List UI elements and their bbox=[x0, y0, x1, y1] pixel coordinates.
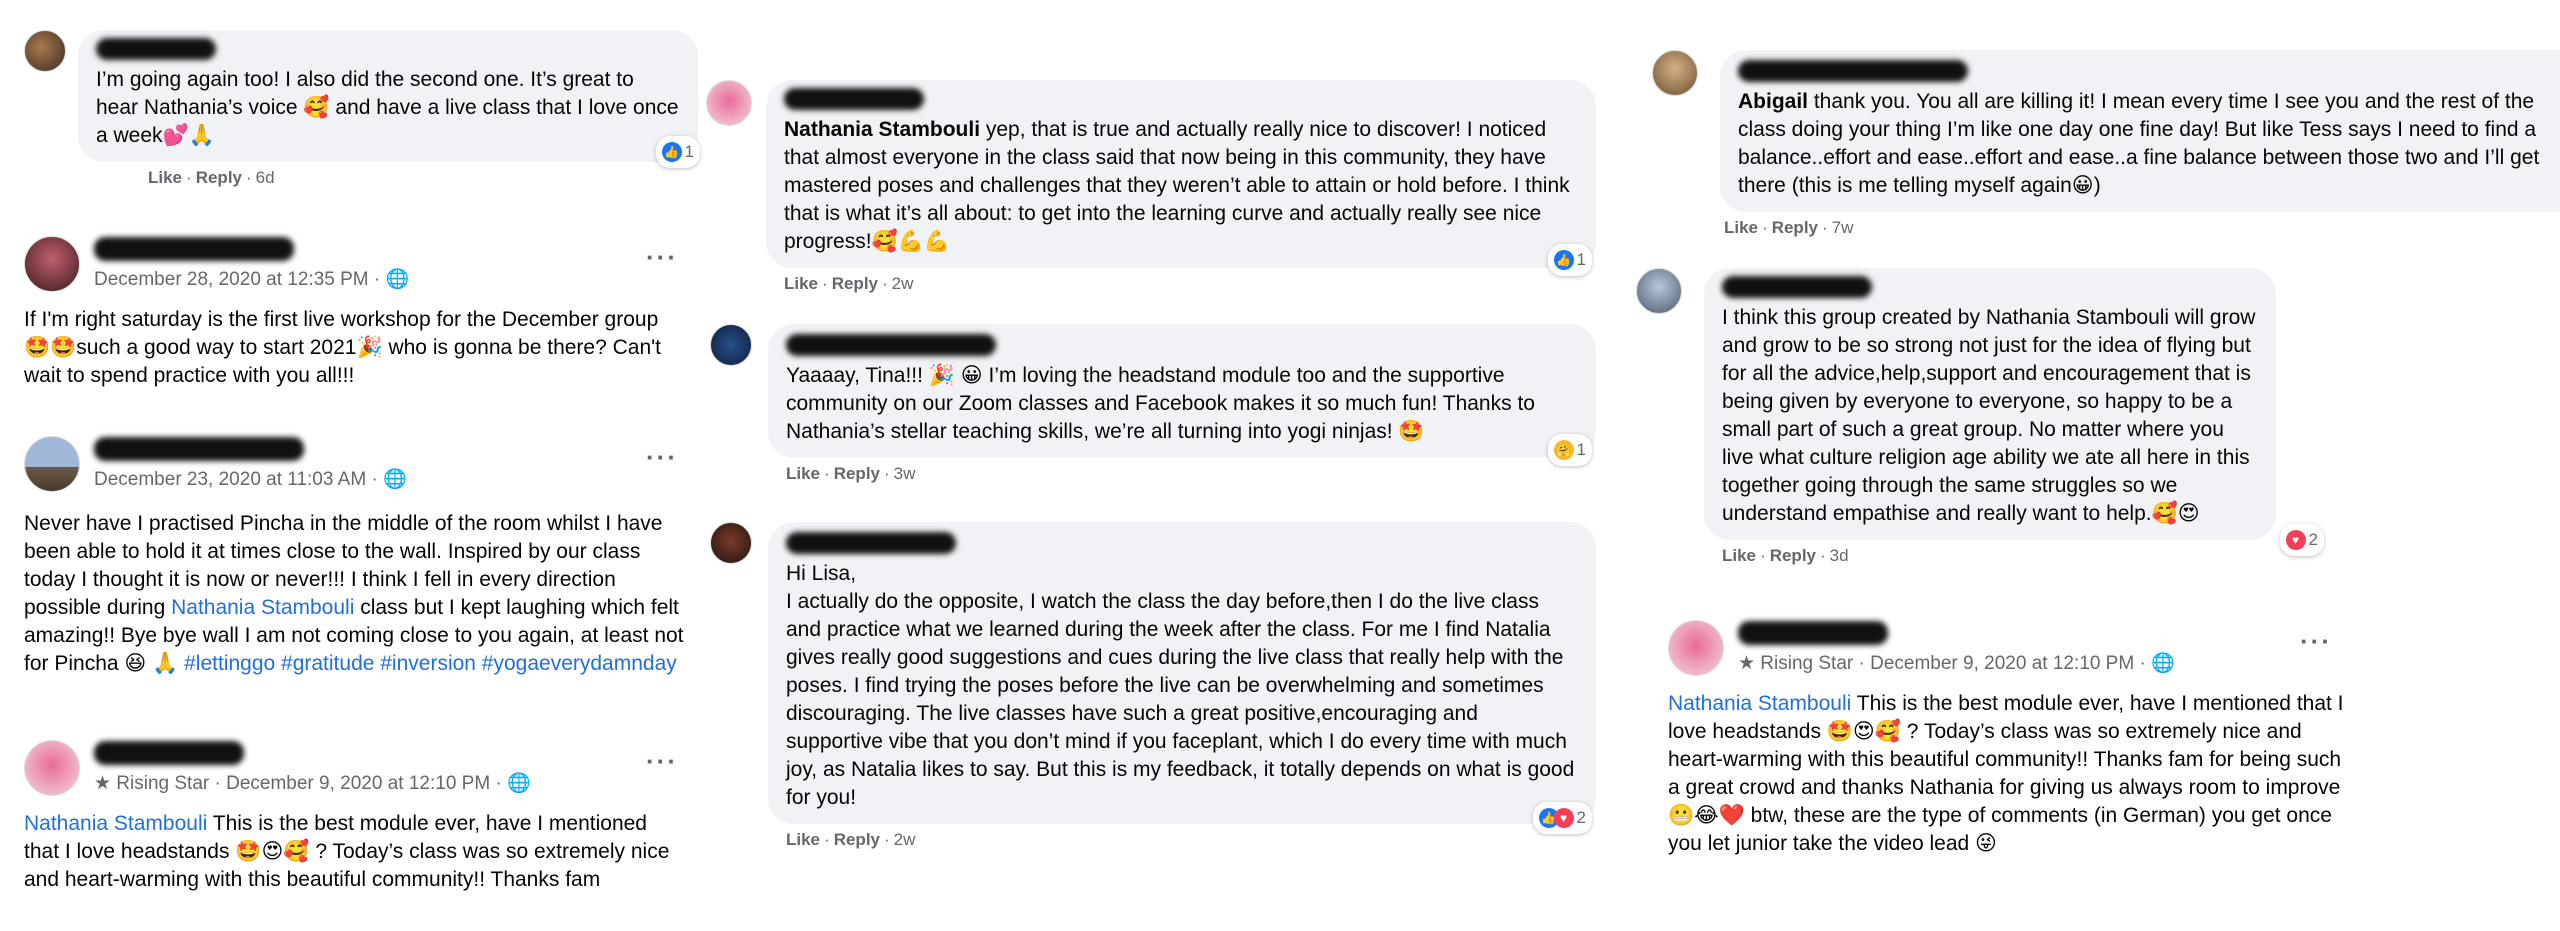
post: ★ Rising Star · December 9, 2020 at 12:1… bbox=[1668, 620, 2348, 858]
comment-text: I actually do the opposite, I watch the … bbox=[786, 590, 1575, 809]
more-options-icon[interactable]: ··· bbox=[646, 746, 678, 777]
reaction-count[interactable]: 👍 ♥ 2 bbox=[1532, 802, 1592, 834]
mention-link[interactable]: Abigail bbox=[1738, 90, 1808, 113]
comment: Abigail thank you. You all are killing i… bbox=[1652, 50, 2560, 238]
post-timestamp[interactable]: December 28, 2020 at 12:35 PM · 🌐 bbox=[94, 267, 409, 291]
mention-link[interactable]: Nathania Stambouli bbox=[24, 812, 207, 835]
reply-link[interactable]: Reply bbox=[834, 830, 880, 850]
author-name-redacted bbox=[1738, 621, 1888, 645]
avatar[interactable] bbox=[1668, 620, 1724, 676]
comment-actions: Like · Reply · 3w bbox=[786, 464, 916, 484]
avatar[interactable] bbox=[1636, 268, 1682, 314]
mention-link[interactable]: Nathania Stambouli bbox=[1668, 692, 1851, 715]
author-name-redacted bbox=[1722, 276, 1872, 298]
avatar[interactable] bbox=[24, 740, 80, 796]
post-body: Nathania Stambouli This is the best modu… bbox=[1668, 692, 2344, 855]
comment: Yaaaay, Tina!!! 🎉 😀 I’m loving the heads… bbox=[710, 324, 1596, 484]
author-name-redacted bbox=[94, 437, 304, 461]
comment: Nathania Stambouli yep, that is true and… bbox=[706, 80, 1596, 294]
avatar[interactable] bbox=[706, 80, 752, 126]
avatar[interactable] bbox=[24, 30, 66, 72]
comment-actions: Like · Reply · 7w bbox=[1724, 218, 1854, 238]
author-name-redacted bbox=[1738, 60, 1968, 82]
comment-time[interactable]: 6d bbox=[256, 168, 275, 188]
reaction-count[interactable]: 👍 1 bbox=[655, 136, 700, 168]
author-name-redacted bbox=[784, 88, 924, 110]
comment-bubble: Hi Lisa, I actually do the opposite, I w… bbox=[768, 522, 1596, 834]
post-timestamp[interactable]: · December 9, 2020 at 12:10 PM · 🌐 bbox=[1853, 653, 2175, 674]
author-name-redacted bbox=[786, 532, 956, 554]
like-icon: 👍 bbox=[661, 142, 682, 162]
reply-link[interactable]: Reply bbox=[1770, 546, 1816, 566]
rising-star-badge[interactable]: ★ Rising Star bbox=[1738, 653, 1853, 674]
comment-actions: Like · Reply · 2w bbox=[784, 274, 914, 294]
comment-actions: Like · Reply · 6d bbox=[148, 168, 275, 188]
comment-text: thank you. You all are killing it! I mea… bbox=[1738, 90, 2540, 197]
comment-bubble: Abigail thank you. You all are killing i… bbox=[1720, 50, 2560, 212]
comment-actions: Like · Reply · 3d bbox=[1722, 546, 1849, 566]
like-link[interactable]: Like bbox=[1722, 546, 1756, 566]
author-name-redacted bbox=[94, 237, 294, 261]
author-name-redacted bbox=[96, 38, 216, 60]
post: December 28, 2020 at 12:35 PM · 🌐 ··· If… bbox=[24, 236, 684, 390]
heart-icon: ♥ bbox=[2285, 530, 2306, 550]
comment-time[interactable]: 2w bbox=[894, 830, 916, 850]
reply-link[interactable]: Reply bbox=[834, 464, 880, 484]
comment: I think this group created by Nathania S… bbox=[1636, 268, 2324, 566]
comment-text: I’m going again too! I also did the seco… bbox=[96, 68, 679, 147]
comment-greeting: Hi Lisa, bbox=[786, 562, 857, 585]
avatar[interactable] bbox=[24, 236, 80, 292]
reply-link[interactable]: Reply bbox=[832, 274, 878, 294]
post: December 23, 2020 at 11:03 AM · 🌐 ··· Ne… bbox=[24, 436, 684, 678]
post-timestamp[interactable]: · December 9, 2020 at 12:10 PM · 🌐 bbox=[209, 773, 531, 794]
more-options-icon[interactable]: ··· bbox=[646, 242, 678, 273]
heart-icon: ♥ bbox=[1553, 808, 1574, 828]
like-link[interactable]: Like bbox=[148, 168, 182, 188]
post: ★ Rising Star · December 9, 2020 at 12:1… bbox=[24, 740, 684, 894]
comment: Hi Lisa, I actually do the opposite, I w… bbox=[710, 522, 1596, 850]
like-link[interactable]: Like bbox=[1724, 218, 1758, 238]
mention-link[interactable]: Nathania Stambouli bbox=[784, 118, 980, 141]
rising-star-badge[interactable]: ★ Rising Star bbox=[94, 773, 209, 794]
care-reaction-icon: 🤗 bbox=[1553, 440, 1574, 460]
like-link[interactable]: Like bbox=[786, 464, 820, 484]
like-link[interactable]: Like bbox=[784, 274, 818, 294]
comment-bubble: I’m going again too! I also did the seco… bbox=[78, 30, 700, 168]
comment-actions: Like · Reply · 2w bbox=[786, 830, 916, 850]
avatar[interactable] bbox=[24, 436, 80, 492]
comment-time[interactable]: 7w bbox=[1832, 218, 1854, 238]
comment-text: I think this group created by Nathania S… bbox=[1722, 306, 2256, 525]
post-body: If I'm right saturday is the first live … bbox=[24, 308, 661, 387]
hashtag-links[interactable]: #lettinggo #gratitude #inversion #yogaev… bbox=[184, 652, 677, 675]
post-body: Never have I practised Pincha in the mid… bbox=[24, 512, 684, 675]
avatar[interactable] bbox=[1652, 50, 1698, 96]
comment-bubble: Yaaaay, Tina!!! 🎉 😀 I’m loving the heads… bbox=[768, 324, 1596, 466]
reaction-count[interactable]: ♥ 2 bbox=[2279, 524, 2324, 556]
comment-time[interactable]: 3d bbox=[1830, 546, 1849, 566]
comment-bubble: Nathania Stambouli yep, that is true and… bbox=[766, 80, 1596, 276]
avatar[interactable] bbox=[710, 324, 752, 366]
author-name-redacted bbox=[786, 334, 996, 356]
reaction-count[interactable]: 👍 1 bbox=[1547, 244, 1592, 276]
reply-link[interactable]: Reply bbox=[1772, 218, 1818, 238]
comment-time[interactable]: 3w bbox=[894, 464, 916, 484]
reaction-count[interactable]: 🤗 1 bbox=[1547, 434, 1592, 466]
more-options-icon[interactable]: ··· bbox=[646, 442, 678, 473]
post-timestamp[interactable]: December 23, 2020 at 11:03 AM · 🌐 bbox=[94, 467, 407, 491]
like-icon: 👍 bbox=[1553, 250, 1574, 270]
like-link[interactable]: Like bbox=[786, 830, 820, 850]
more-options-icon[interactable]: ··· bbox=[2300, 626, 2332, 657]
post-body: Nathania Stambouli This is the best modu… bbox=[24, 812, 670, 891]
avatar[interactable] bbox=[710, 522, 752, 564]
author-name-redacted bbox=[94, 741, 244, 765]
comment-time[interactable]: 2w bbox=[892, 274, 914, 294]
comment: I’m going again too! I also did the seco… bbox=[24, 30, 700, 188]
comment-bubble: I think this group created by Nathania S… bbox=[1704, 268, 2324, 556]
mention-link[interactable]: Nathania Stambouli bbox=[171, 596, 354, 619]
reply-link[interactable]: Reply bbox=[196, 168, 242, 188]
comment-text: Yaaaay, Tina!!! 🎉 😀 I’m loving the heads… bbox=[786, 364, 1535, 443]
